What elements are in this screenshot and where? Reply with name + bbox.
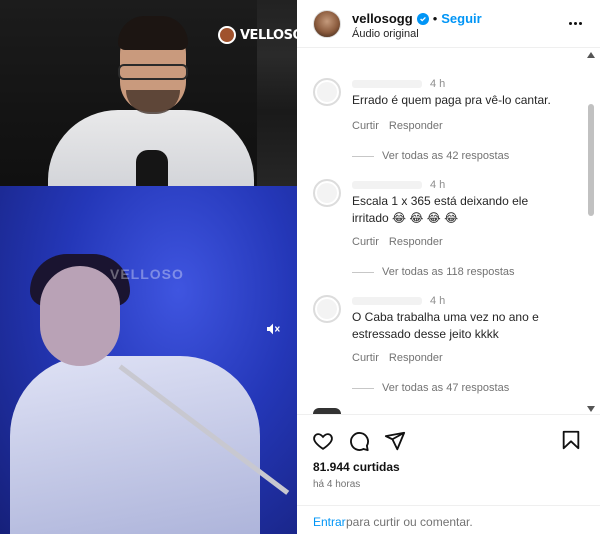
verified-badge-icon: [416, 12, 429, 25]
singer-face: [40, 266, 120, 366]
commenter-avatar[interactable]: [313, 78, 341, 106]
comment-time: 4 h: [430, 78, 446, 90]
post-header: vellosogg • Seguir Áudio original: [297, 0, 600, 48]
post-side-panel: vellosogg • Seguir Áudio original 4 h Er…: [297, 0, 600, 534]
separator-dot: •: [432, 11, 438, 26]
bookmark-icon: [562, 430, 580, 450]
view-replies-label: Ver todas as 118 respostas: [382, 266, 515, 278]
more-dot-icon: [573, 21, 577, 25]
comment-actions: Curtir Responder: [352, 236, 443, 248]
comment-meta: 4 h: [352, 179, 445, 191]
comment-button[interactable]: [347, 429, 371, 453]
comment-time: 4 h: [430, 179, 446, 191]
post-time: há 4 horas: [313, 479, 361, 490]
login-link[interactable]: Entrar: [313, 515, 346, 529]
reaction-camera-frame: VELLOSO: [0, 0, 297, 186]
scroll-up-arrow-icon[interactable]: [587, 52, 595, 58]
comment-compose-bar: Entrar para curtir ou comentar.: [297, 505, 600, 534]
commenter-username-redacted: [352, 181, 422, 190]
scrollbar-thumb[interactable]: [588, 104, 594, 216]
video-watermark: VELLOSO: [110, 266, 184, 282]
author-username[interactable]: vellosogg: [352, 11, 413, 26]
mute-toggle-button[interactable]: [262, 318, 284, 340]
replies-divider-line: [352, 271, 374, 273]
replies-divider-line: [352, 155, 374, 157]
author-line: vellosogg • Seguir: [352, 11, 482, 26]
speaker-muted-icon: [267, 323, 280, 335]
video-player[interactable]: VELLOSO VELLOSO: [0, 0, 297, 534]
more-dot-icon: [568, 21, 572, 25]
view-replies-button[interactable]: Ver todas as 47 respostas: [352, 382, 509, 394]
concert-clip-frame: VELLOSO: [0, 186, 297, 534]
comment-bubble-icon: [350, 432, 369, 452]
likes-count[interactable]: 81.944 curtidas: [313, 460, 400, 474]
comment-actions: Curtir Responder: [352, 352, 443, 364]
commenter-username-redacted: [352, 80, 422, 89]
instagram-post-view: VELLOSO VELLOSO vellosogg • Seguir Áudio…: [0, 0, 600, 534]
presenter-hair: [118, 16, 188, 50]
commenter-username-redacted: [352, 297, 422, 306]
scroll-down-arrow-icon[interactable]: [587, 406, 595, 412]
comment-text: Errado é quem paga pra vê-lo cantar.: [352, 93, 551, 107]
author-avatar[interactable]: [313, 10, 341, 38]
logo-text: VELLOSO: [240, 27, 297, 43]
follow-button[interactable]: Seguir: [441, 11, 481, 26]
replies-divider-line: [352, 387, 374, 389]
post-action-bar: 81.944 curtidas há 4 horas Entrar para c…: [297, 414, 600, 534]
comment-text: O Caba trabalha uma vez no ano e estress…: [352, 310, 539, 341]
login-prompt-text: para curtir ou comentar.: [346, 515, 473, 529]
original-audio-link[interactable]: Áudio original: [352, 28, 419, 40]
presenter-glasses: [118, 64, 188, 80]
view-replies-button[interactable]: Ver todas as 42 respostas: [352, 150, 509, 162]
comment-reply-button[interactable]: Responder: [389, 120, 443, 132]
comment-time: 4 h: [430, 295, 446, 307]
comment-like-button[interactable]: Curtir: [352, 236, 379, 248]
share-button[interactable]: [383, 429, 407, 453]
comment-actions: Curtir Responder: [352, 120, 443, 132]
view-replies-label: Ver todas as 42 respostas: [382, 150, 510, 162]
paper-plane-icon: [384, 431, 406, 451]
comments-scrollbar[interactable]: [586, 52, 596, 412]
channel-logo: VELLOSO: [218, 26, 297, 44]
comments-list[interactable]: 4 h Errado é quem paga pra vê-lo cantar.…: [297, 48, 600, 414]
comment-reply-button[interactable]: Responder: [389, 236, 443, 248]
microphone: [136, 150, 168, 186]
more-options-button[interactable]: [566, 14, 584, 32]
comment-like-button[interactable]: Curtir: [352, 352, 379, 364]
comment-like-button[interactable]: Curtir: [352, 120, 379, 132]
like-button[interactable]: [311, 429, 335, 453]
comment-text: Escala 1 x 365 está deixando ele irritad…: [352, 194, 529, 225]
comment-meta: 4 h: [352, 78, 445, 90]
commenter-avatar[interactable]: [313, 179, 341, 207]
comment-meta: 4 h: [352, 295, 445, 307]
post-action-icons: [311, 429, 407, 453]
view-replies-label: Ver todas as 47 respostas: [382, 382, 510, 394]
commenter-avatar[interactable]: [313, 295, 341, 323]
comment-reply-button[interactable]: Responder: [389, 352, 443, 364]
view-replies-button[interactable]: Ver todas as 118 respostas: [352, 266, 515, 278]
more-dot-icon: [578, 21, 582, 25]
logo-face-icon: [218, 26, 236, 44]
heart-icon: [313, 433, 333, 450]
save-button[interactable]: [560, 429, 584, 453]
